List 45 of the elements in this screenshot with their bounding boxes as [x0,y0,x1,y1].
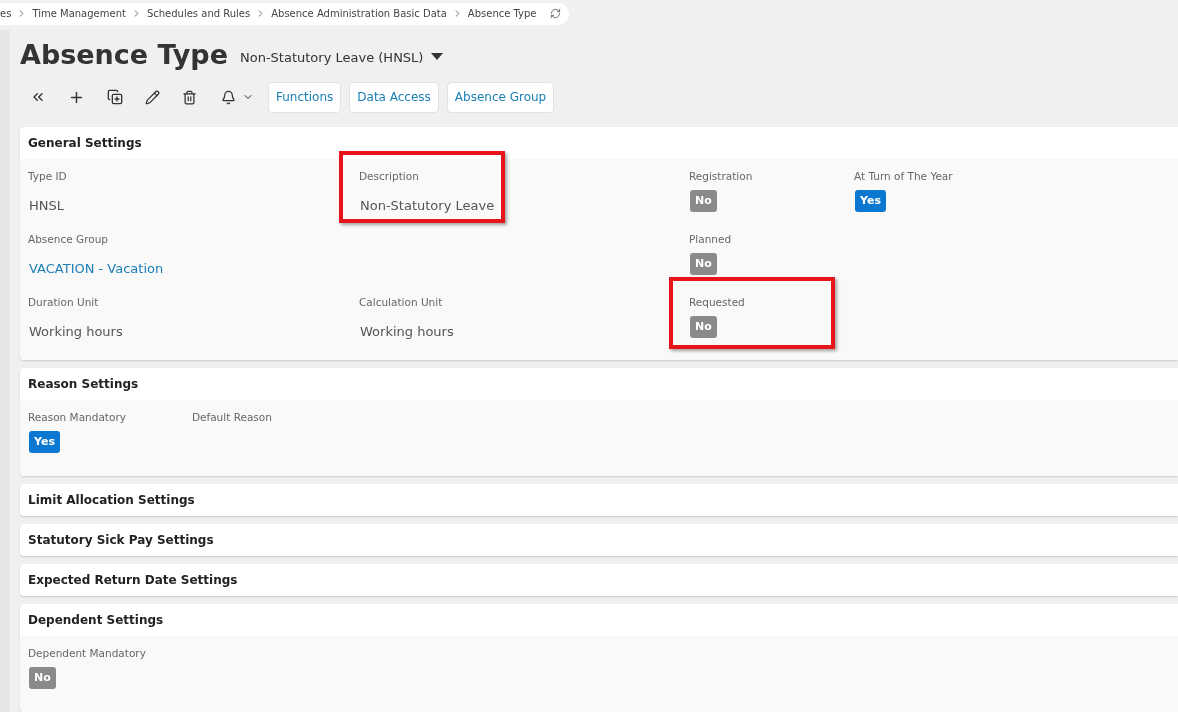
page-title: Absence Type [20,41,228,68]
field-value: Working hours [360,322,455,341]
field-value: Non-Statutory Leave [360,196,496,215]
field-label: At Turn of The Year [854,169,954,184]
breadcrumb-link[interactable]: Absence Administration Basic Data [271,6,447,21]
yes-no-badge: Yes [855,189,886,212]
section-title: Limit Allocation Settings [28,492,195,509]
field-label: Calculation Unit [359,295,444,310]
refresh-icon[interactable] [549,8,561,19]
bell-icon[interactable] [221,89,236,105]
toolbar-button[interactable]: Absence Group [446,81,555,113]
yes-no-badge: No [690,252,717,275]
yes-no-badge: Yes [29,430,60,453]
duplicate-icon[interactable] [107,89,123,105]
delete-icon[interactable] [182,89,197,105]
field-label: Planned [689,232,733,247]
field-label: Type ID [28,169,68,184]
section-title: Statutory Sick Pay Settings [28,532,214,549]
yes-no-badge: No [29,666,56,689]
field-label: Duration Unit [28,295,100,310]
toolbar-button[interactable]: Data Access [349,81,439,113]
field-label: Absence Group [28,232,109,247]
field-value: HNSL [29,196,65,215]
breadcrumb-link[interactable]: Schedules and Rules [146,6,251,21]
yes-no-badge: No [690,189,717,212]
section-title: Dependent Settings [28,612,164,629]
dropdown-triangle-icon [431,53,444,62]
field-label: Default Reason [191,410,272,425]
field-label: Registration [689,169,754,184]
yes-no-badge: No [690,315,717,338]
absence-group-link[interactable]: VACATION - Vacation [29,258,359,279]
breadcrumb-link[interactable]: Absence Type [467,6,537,21]
field-label: Reason Mandatory [28,410,126,425]
field-label: Description [359,169,420,184]
breadcrumb-link[interactable]: Time Management [32,6,126,21]
record-selector[interactable]: Non-Statutory Leave (HNSL) [240,47,444,67]
section-title: Reason Settings [28,376,139,393]
field-label: Dependent Mandatory [28,646,146,661]
section-title: General Settings [28,135,142,152]
toolbar-button[interactable]: Functions [268,81,342,113]
breadcrumb-link[interactable]: es [0,6,12,21]
section-title: Expected Return Date Settings [28,572,238,589]
edit-icon[interactable] [145,89,160,105]
field-value: Working hours [29,322,124,341]
field-label: Requested [689,295,746,310]
